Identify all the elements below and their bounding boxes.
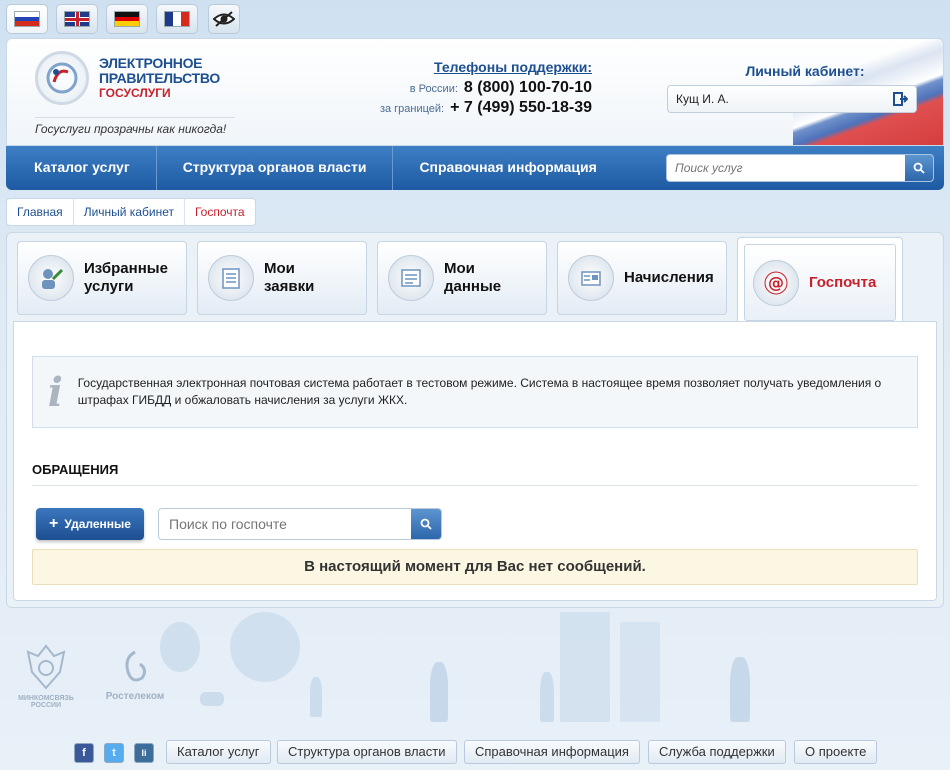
- footer-link-reference[interactable]: Справочная информация: [464, 740, 640, 764]
- service-search: [666, 154, 934, 182]
- tab-gospochta[interactable]: @ Госпочта: [737, 237, 903, 321]
- logo-line2: ПРАВИТЕЛЬСТВО: [99, 69, 220, 86]
- logo-line3: ГОСУСЛУГИ: [99, 85, 171, 100]
- russia-phone-number: 8 (800) 100-70-10: [463, 79, 592, 96]
- lang-ru-button[interactable]: [6, 4, 48, 34]
- footer-city-illustration: МИНКОМСВЯЗЬ РОССИИ Ростелеком: [0, 612, 950, 732]
- personal-cabinet: Личный кабинет: Кущ И. А.: [665, 63, 943, 113]
- info-icon: i: [47, 368, 63, 416]
- nav-authorities[interactable]: Структура органов власти: [157, 146, 394, 190]
- search-icon: [913, 162, 925, 174]
- service-search-button[interactable]: [905, 155, 933, 181]
- ministry-logo: МИНКОМСВЯЗЬ РОССИИ: [16, 642, 76, 709]
- gospochta-content: i Государственная электронная почтовая с…: [13, 321, 937, 601]
- tab-favorites-line1: Избранные: [84, 260, 168, 277]
- livejournal-link[interactable]: li: [134, 743, 154, 763]
- mail-search-input[interactable]: [159, 509, 411, 539]
- tab-charges[interactable]: Начисления: [557, 241, 727, 315]
- coat-of-arms-icon: [26, 644, 66, 690]
- germany-flag-icon: [114, 11, 140, 27]
- user-name: Кущ И. А.: [676, 92, 729, 106]
- plus-icon: +: [49, 515, 59, 532]
- site-header: ЭЛЕКТРОННОЕ ПРАВИТЕЛЬСТВО ГОСУСЛУГИ Госу…: [6, 38, 944, 146]
- abroad-phone-number: + 7 (499) 550-18-39: [450, 99, 592, 116]
- footer-link-about[interactable]: О проекте: [794, 740, 878, 764]
- abroad-phone-label: за границей:: [379, 103, 445, 115]
- tab-requests-line2: заявки: [264, 278, 315, 295]
- breadcrumb: Главная Личный кабинет Госпочта: [6, 198, 256, 226]
- breadcrumb-cabinet[interactable]: Личный кабинет: [74, 199, 185, 225]
- twitter-icon: t: [112, 747, 116, 759]
- personal-cabinet-title: Личный кабинет:: [745, 63, 865, 79]
- service-search-input[interactable]: [667, 155, 905, 181]
- cabinet-tabs: Избранные услуги Мои заявки Мои данные Начи…: [17, 237, 903, 325]
- footer-link-support[interactable]: Служба поддержки: [648, 740, 786, 764]
- rostelecom-icon: [125, 650, 147, 682]
- site-footer: f t li Каталог услуг Структура органов в…: [0, 740, 950, 766]
- eye-icon: [213, 11, 235, 27]
- mail-search-button[interactable]: [411, 509, 441, 539]
- data-icon: [388, 255, 434, 301]
- tab-my-data-line1: Мои: [444, 260, 475, 277]
- slogan: Госуслуги прозрачны как никогда!: [35, 117, 235, 136]
- twitter-link[interactable]: t: [104, 743, 124, 763]
- logo-line1: ЭЛЕКТРОННОЕ: [99, 54, 203, 71]
- deleted-messages-button[interactable]: + Удаленные: [36, 508, 144, 540]
- tab-requests-line1: Мои: [264, 260, 295, 277]
- checklist-icon: [208, 255, 254, 301]
- accessibility-button[interactable]: [208, 4, 240, 34]
- info-text: Государственная электронная почтовая сис…: [77, 376, 882, 407]
- main-nav: Каталог услуг Структура органов власти С…: [6, 146, 944, 190]
- tab-charges-label: Начисления: [624, 269, 714, 286]
- search-icon: [420, 518, 432, 530]
- tab-favorites-line2: услуги: [84, 278, 134, 295]
- favorites-icon: [28, 255, 74, 301]
- breadcrumb-current: Госпочта: [194, 205, 245, 219]
- language-switcher: [6, 4, 240, 34]
- facebook-link[interactable]: f: [74, 743, 94, 763]
- tab-favorites[interactable]: Избранные услуги: [17, 241, 187, 315]
- lang-en-button[interactable]: [56, 4, 98, 34]
- at-icon: @: [753, 259, 799, 306]
- rostelecom-logo: Ростелеком: [100, 648, 170, 702]
- section-title: ОБРАЩЕНИЯ: [32, 462, 918, 486]
- empty-messages-notice: В настоящий момент для Вас нет сообщений…: [32, 549, 918, 585]
- charges-icon: [568, 255, 614, 301]
- tab-my-data-line2: данные: [444, 278, 502, 295]
- breadcrumb-home[interactable]: Главная: [7, 199, 74, 225]
- logout-icon[interactable]: [892, 91, 908, 107]
- info-notice: i Государственная электронная почтовая с…: [32, 356, 918, 428]
- nav-catalog[interactable]: Каталог услуг: [6, 146, 157, 190]
- uk-flag-icon: [64, 11, 90, 27]
- russia-flag-icon: [14, 11, 40, 27]
- svg-text:@: @: [768, 273, 784, 292]
- mail-search: [158, 508, 442, 540]
- user-account-box[interactable]: Кущ И. А.: [667, 85, 917, 113]
- main-panel: Избранные услуги Мои заявки Мои данные Начи…: [6, 232, 944, 608]
- france-flag-icon: [164, 11, 190, 27]
- gosuslugi-logo-icon: [35, 51, 89, 105]
- deleted-button-label: Удаленные: [64, 517, 131, 531]
- livejournal-icon: li: [141, 748, 147, 758]
- facebook-icon: f: [82, 747, 86, 759]
- tab-my-data[interactable]: Мои данные: [377, 241, 547, 315]
- support-phones: Телефоны поддержки: в России: 8 (800) 100…: [352, 59, 592, 119]
- ministry-name-line2: РОССИИ: [30, 702, 62, 709]
- site-logo[interactable]: ЭЛЕКТРОННОЕ ПРАВИТЕЛЬСТВО ГОСУСЛУГИ: [35, 51, 220, 105]
- ministry-name-line1: МИНКОМСВЯЗЬ: [18, 695, 74, 702]
- nav-reference[interactable]: Справочная информация: [393, 146, 622, 190]
- tab-gospochta-label: Госпочта: [809, 273, 877, 291]
- support-phones-title[interactable]: Телефоны поддержки:: [352, 59, 592, 75]
- tab-requests[interactable]: Мои заявки: [197, 241, 367, 315]
- rostelecom-name: Ростелеком: [105, 691, 165, 702]
- russia-phone-label: в России:: [409, 83, 458, 95]
- lang-fr-button[interactable]: [156, 4, 198, 34]
- footer-link-authorities[interactable]: Структура органов власти: [277, 740, 457, 764]
- lang-de-button[interactable]: [106, 4, 148, 34]
- footer-link-catalog[interactable]: Каталог услуг: [166, 740, 271, 764]
